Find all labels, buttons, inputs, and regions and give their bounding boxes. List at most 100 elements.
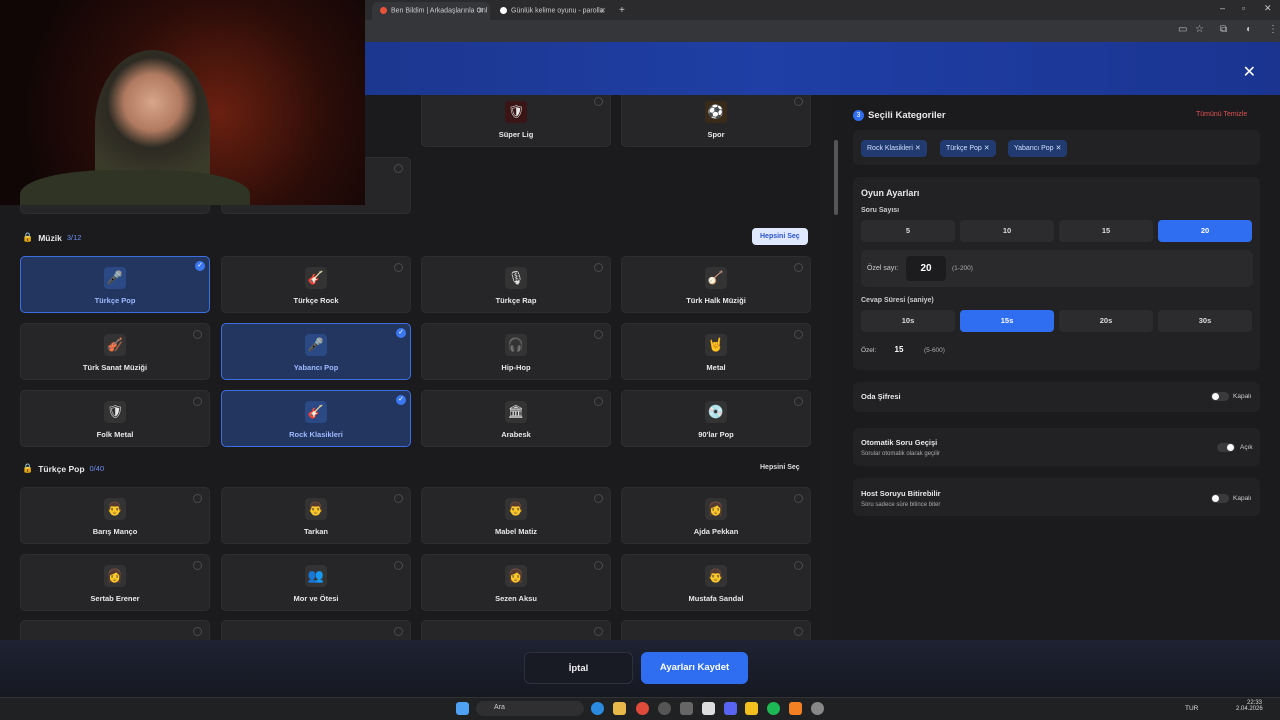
artist-card[interactable]: 👥 Mor ve Ötesi [221, 554, 411, 611]
windows-start-icon[interactable] [456, 702, 469, 715]
music-select-all-button[interactable]: Hepsini Seç [752, 228, 808, 245]
chip-rock-klasikleri[interactable]: Rock Klasikleri ✕ [861, 140, 927, 157]
music-category-card-image-icon: 🎻 [104, 334, 126, 356]
chip-remove-icon[interactable]: ✕ [984, 145, 990, 152]
artist-card[interactable] [621, 620, 811, 640]
music-category-card-image-icon: 💿 [705, 401, 727, 423]
discord-icon[interactable] [724, 702, 737, 715]
radio-icon [193, 627, 202, 636]
menu-icon[interactable]: ⋮ [1268, 24, 1278, 35]
artist-card-image-icon: 👨 [104, 498, 126, 520]
answer-time-option-10s[interactable]: 10s [861, 310, 955, 332]
cancel-button[interactable]: İptal [524, 652, 633, 684]
notepad-icon[interactable] [702, 702, 715, 715]
music-category-card[interactable]: 🎧 Hip-Hop [421, 323, 611, 380]
answer-time-option-15s[interactable]: 15s [960, 310, 1054, 332]
obs-icon[interactable] [658, 702, 671, 715]
artist-card[interactable] [421, 620, 611, 640]
music-category-card-image-icon: 🎙 [505, 267, 527, 289]
music-category-card[interactable]: 💿 90'lar Pop [621, 390, 811, 447]
radio-icon [794, 330, 803, 339]
lock-icon: 🔒 [22, 232, 34, 242]
spotify-icon[interactable] [767, 702, 780, 715]
browser-tab[interactable]: Günlük kelime oyunu - parolla ✕ [492, 2, 612, 20]
radio-icon [794, 494, 803, 503]
save-settings-button[interactable]: Ayarları Kaydet [641, 652, 748, 684]
chrome-icon[interactable] [636, 702, 649, 715]
artist-card[interactable] [221, 620, 411, 640]
answer-time-option-20s[interactable]: 20s [1059, 310, 1153, 332]
tab-close-icon[interactable]: ✕ [599, 6, 606, 15]
host-finish-state: Kapalı [1233, 495, 1252, 502]
custom-count-input[interactable]: 20 [906, 256, 946, 281]
artist-card[interactable] [20, 620, 210, 640]
question-count-option-20[interactable]: 20 [1158, 220, 1252, 242]
artist-card[interactable]: 👩 Sertab Erener [20, 554, 210, 611]
auto-next-toggle[interactable] [1217, 443, 1235, 452]
scrollbar[interactable] [832, 95, 840, 640]
tab-favicon-icon [500, 7, 507, 14]
language-indicator[interactable]: TUR [1185, 705, 1198, 712]
auto-next-label: Otomatik Soru Geçişi [861, 438, 938, 447]
music-category-card[interactable]: 🎸 Rock Klasikleri ✓ [221, 390, 411, 447]
check-icon: ✓ [396, 395, 406, 405]
cast-icon[interactable]: ▭ [1178, 24, 1187, 35]
music-category-card-label: Türkçe Pop [94, 296, 136, 305]
host-finish-toggle[interactable] [1211, 494, 1229, 503]
edge-icon[interactable] [591, 702, 604, 715]
room-password-row [853, 382, 1260, 412]
turkce-pop-select-all-button[interactable]: Hepsini Seç [752, 459, 808, 476]
new-tab-button[interactable]: + [616, 2, 632, 20]
music-category-card[interactable]: 🤘 Metal [621, 323, 811, 380]
folder-icon[interactable] [613, 702, 626, 715]
clock[interactable]: 22:33 2.04.2026 [1236, 700, 1263, 712]
artist-card-label: Mor ve Ötesi [293, 594, 339, 603]
profile-icon[interactable]: ◐ [1246, 24, 1252, 35]
tab-close-icon[interactable]: ✕ [477, 6, 484, 15]
settings-app-icon[interactable] [680, 702, 693, 715]
chip-remove-icon[interactable]: ✕ [1056, 145, 1062, 152]
star-icon[interactable]: ☆ [1195, 24, 1204, 35]
artist-card[interactable]: 👩 Ajda Pekkan [621, 487, 811, 544]
chip-remove-icon[interactable]: ✕ [915, 145, 921, 152]
chip-yabanci-pop[interactable]: Yabancı Pop ✕ [1008, 140, 1068, 157]
artist-card[interactable]: 👨 Barış Manço [20, 487, 210, 544]
close-icon[interactable]: ✕ [1243, 62, 1256, 82]
radio-icon [594, 561, 603, 570]
question-count-option-15[interactable]: 15 [1059, 220, 1153, 242]
custom-time-input[interactable]: 15 [880, 340, 918, 360]
music-category-card-image-icon: 🎸 [305, 267, 327, 289]
music-category-card[interactable]: 🏛 Arabesk [421, 390, 611, 447]
minimize-icon[interactable]: – [1220, 3, 1225, 13]
artist-card[interactable]: 👩 Sezen Aksu [421, 554, 611, 611]
artist-card[interactable]: 👨 Mustafa Sandal [621, 554, 811, 611]
cloud-icon[interactable] [789, 702, 802, 715]
chip-turkce-pop[interactable]: Türkçe Pop ✕ [940, 140, 996, 157]
taskbar-search[interactable]: Ara [476, 701, 584, 716]
music-section-header: 🔒 Müzik 3/12 [22, 232, 82, 243]
scrollbar-thumb[interactable] [834, 140, 838, 215]
music-category-card[interactable]: 🪕 Türk Halk Müziği [621, 256, 811, 313]
artist-card[interactable]: 👨 Tarkan [221, 487, 411, 544]
question-count-option-5[interactable]: 5 [861, 220, 955, 242]
music-category-card[interactable]: 🎤 Türkçe Pop ✓ [20, 256, 210, 313]
music-category-card[interactable]: 🛡 Folk Metal [20, 390, 210, 447]
maximize-icon[interactable]: ▫ [1242, 3, 1245, 13]
music-category-card[interactable]: 🎙 Türkçe Rap [421, 256, 611, 313]
category-card-spor[interactable]: ⚽ Spor [621, 95, 811, 147]
steam-icon[interactable] [811, 702, 824, 715]
clear-all-link[interactable]: Tümünü Temizle [1196, 111, 1247, 118]
music-category-card[interactable]: 🎤 Yabancı Pop ✓ [221, 323, 411, 380]
radio-icon [193, 494, 202, 503]
room-password-toggle[interactable] [1211, 392, 1229, 401]
music-category-card[interactable]: 🎻 Türk Sanat Müziği [20, 323, 210, 380]
browser-tab-active[interactable]: Ben Bildim | Arkadaşlarınla Onl ✕ [372, 2, 490, 20]
sticky-notes-icon[interactable] [745, 702, 758, 715]
category-card-super-lig[interactable]: 🛡 Süper Lig [421, 95, 611, 147]
window-close-icon[interactable]: ✕ [1264, 3, 1272, 14]
question-count-option-10[interactable]: 10 [960, 220, 1054, 242]
extensions-icon[interactable]: ⧉ [1220, 24, 1227, 35]
answer-time-option-30s[interactable]: 30s [1158, 310, 1252, 332]
music-category-card[interactable]: 🎸 Türkçe Rock [221, 256, 411, 313]
artist-card[interactable]: 👨 Mabel Matiz [421, 487, 611, 544]
